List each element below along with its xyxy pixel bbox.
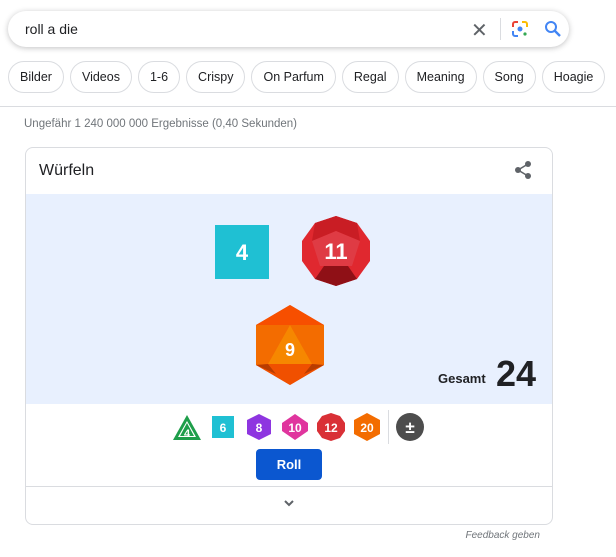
add-d6-button[interactable]: 6 (208, 412, 238, 442)
total-label: Gesamt (438, 371, 486, 386)
add-d12-button[interactable]: 12 (316, 412, 346, 442)
d12-die: 11 (302, 216, 370, 286)
search-box[interactable]: roll a die ✕ (8, 11, 569, 47)
die-value: 4 (236, 240, 249, 265)
add-d4-button[interactable]: 4 (172, 412, 202, 442)
divider (0, 106, 616, 107)
d12-label: 12 (324, 421, 338, 435)
chip[interactable]: On Parfum (251, 61, 336, 93)
chip[interactable]: Regal (341, 61, 399, 93)
search-input[interactable]: roll a die (25, 21, 78, 37)
divider (388, 410, 389, 444)
dice-roller-card: Würfeln 4 11 9 Gesamt 24 4 6 8 10 12 20 … (25, 147, 553, 525)
chip[interactable]: Song (482, 61, 536, 93)
feedback-link[interactable]: Feedback geben (465, 530, 540, 541)
divider (26, 486, 552, 487)
add-d8-button[interactable]: 8 (244, 412, 274, 442)
chip[interactable]: Videos (69, 61, 132, 93)
chip[interactable]: Bilder (8, 61, 64, 93)
d20-die: 9 (256, 305, 324, 385)
google-lens-icon[interactable] (511, 20, 529, 38)
chip[interactable]: Hoagie (541, 61, 606, 93)
chip[interactable]: Meaning (404, 61, 477, 93)
d4-label: 4 (184, 428, 191, 440)
roll-button[interactable]: Roll (256, 449, 322, 480)
dice-picker: 4 6 8 10 12 20 ± (172, 410, 425, 444)
card-title: Würfeln (39, 162, 95, 179)
d6-die: 4 (215, 225, 269, 279)
die-value: 9 (285, 340, 295, 360)
chip[interactable]: 1-6 (137, 61, 181, 93)
chip[interactable]: Crispy (186, 61, 246, 93)
close-icon[interactable]: ✕ (471, 18, 488, 43)
add-d10-button[interactable]: 10 (280, 412, 310, 442)
modifier-label: ± (405, 418, 414, 437)
chevron-down-icon[interactable] (282, 496, 296, 510)
search-icon[interactable] (544, 20, 562, 38)
total-value: 24 (496, 353, 537, 394)
share-icon[interactable] (514, 160, 532, 180)
d6-label: 6 (220, 421, 227, 435)
add-d20-button[interactable]: 20 (352, 412, 382, 442)
d20-label: 20 (360, 421, 374, 435)
dice-stage[interactable]: 4 11 9 Gesamt 24 (26, 194, 552, 404)
divider (500, 18, 501, 40)
die-value: 11 (324, 239, 347, 264)
result-stats: Ungefähr 1 240 000 000 Ergebnisse (0,40 … (24, 118, 298, 130)
filter-chips: Bilder Videos 1-6 Crispy On Parfum Regal… (8, 61, 606, 93)
d8-label: 8 (256, 421, 263, 435)
modifier-button[interactable]: ± (395, 412, 425, 442)
d10-label: 10 (288, 421, 302, 435)
